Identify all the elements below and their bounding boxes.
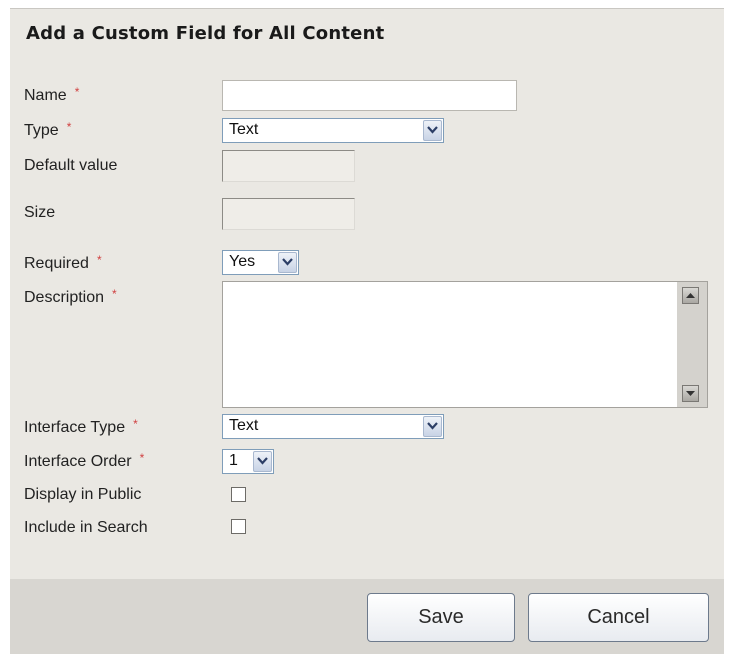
description-label: Description * (24, 287, 117, 307)
chevron-down-icon[interactable] (423, 416, 442, 437)
interface-type-select[interactable]: Text (222, 414, 444, 439)
interface-type-label-text: Interface Type (24, 419, 126, 436)
interface-order-select[interactable]: 1 (222, 449, 274, 474)
scroll-down-button[interactable] (682, 385, 699, 402)
default-value-label: Default value (24, 157, 117, 175)
interface-order-label: Interface Order * (24, 451, 145, 471)
type-label-text: Type (24, 122, 59, 139)
interface-type-label: Interface Type * (24, 417, 138, 437)
chevron-down-icon[interactable] (423, 120, 442, 141)
required-asterisk: * (139, 451, 145, 465)
name-input[interactable] (222, 80, 517, 111)
custom-field-panel: Add a Custom Field for All Content Name *… (10, 8, 724, 654)
type-select[interactable]: Text (222, 118, 444, 143)
description-textarea[interactable] (222, 281, 708, 408)
save-button[interactable]: Save (367, 593, 515, 642)
include-in-search-label-text: Include in Search (24, 519, 148, 536)
name-label: Name * (24, 85, 80, 105)
interface-order-label-text: Interface Order (24, 453, 132, 470)
description-scrollbar[interactable] (677, 282, 707, 407)
display-in-public-label: Display in Public (24, 486, 141, 504)
description-label-text: Description (24, 289, 105, 306)
form-title: Add a Custom Field for All Content (26, 23, 385, 44)
required-select-value: Yes (229, 253, 256, 270)
default-value-input (222, 150, 355, 182)
include-in-search-checkbox[interactable] (231, 519, 246, 534)
cancel-button[interactable]: Cancel (528, 593, 709, 642)
required-asterisk: * (133, 417, 138, 431)
interface-type-select-value: Text (229, 417, 259, 434)
size-label-text: Size (24, 204, 56, 221)
required-asterisk: * (96, 253, 102, 267)
size-label: Size (24, 204, 55, 222)
type-label: Type * (24, 120, 72, 140)
type-select-value: Text (229, 121, 259, 138)
default-value-label-text: Default value (24, 157, 118, 174)
required-label: Required * (24, 253, 102, 273)
name-label-text: Name (24, 87, 67, 104)
required-asterisk: * (112, 287, 117, 301)
required-label-text: Required (24, 255, 89, 272)
chevron-down-icon[interactable] (278, 252, 297, 273)
form-footer: Save Cancel (10, 579, 724, 654)
required-asterisk: * (74, 85, 80, 99)
scroll-up-button[interactable] (682, 287, 699, 304)
display-in-public-checkbox[interactable] (231, 487, 246, 502)
display-in-public-label-text: Display in Public (24, 486, 142, 503)
interface-order-select-value: 1 (229, 452, 238, 469)
chevron-down-icon[interactable] (253, 451, 272, 472)
required-asterisk: * (66, 120, 72, 134)
size-input (222, 198, 355, 230)
arrow-up-icon (686, 293, 695, 298)
required-select[interactable]: Yes (222, 250, 299, 275)
arrow-down-icon (686, 391, 695, 396)
include-in-search-label: Include in Search (24, 519, 148, 537)
